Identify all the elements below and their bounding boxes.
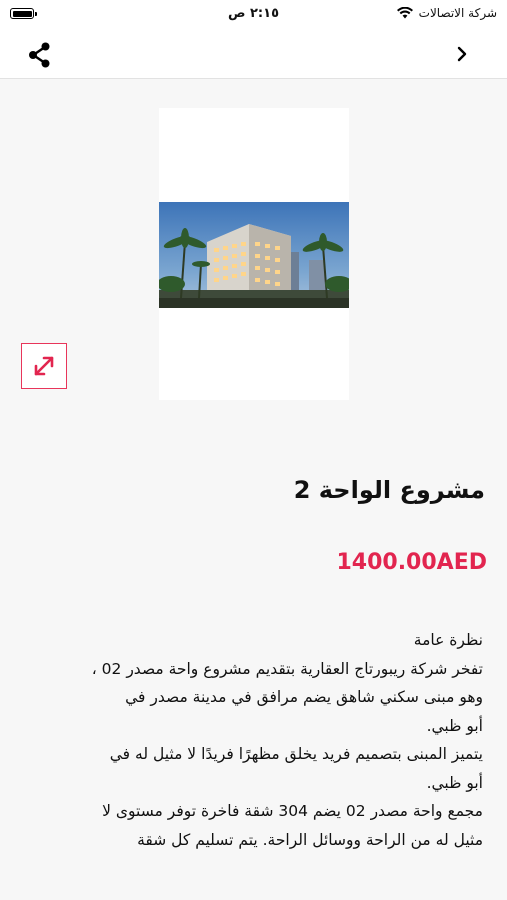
description-line: مثيل له من الراحة ووسائل الراحة. يتم تسل… bbox=[137, 830, 483, 849]
description-line: أبو ظبي. bbox=[426, 773, 483, 792]
product-description: نظرة عامة تفخر شركة ريبورتاج العقارية بت… bbox=[23, 626, 483, 854]
description-line: مجمع واحة مصدر 02 يضم 304 شقة فاخرة توفر… bbox=[102, 802, 483, 820]
wifi-icon bbox=[396, 7, 413, 19]
description-line: تفخر شركة ريبورتاج العقارية بتقديم مشروع… bbox=[91, 659, 483, 678]
status-bar: ٢:١٥ ص شركة الاتصالات bbox=[0, 0, 507, 30]
product-title: مشروع الواحة 2 bbox=[293, 476, 485, 504]
share-icon bbox=[29, 42, 50, 68]
carrier-name: شركة الاتصالات bbox=[418, 6, 497, 20]
product-price: 1400.00AED bbox=[336, 550, 487, 575]
description-heading: نظرة عامة bbox=[413, 631, 483, 649]
share-button[interactable] bbox=[26, 41, 54, 69]
product-image-card[interactable] bbox=[159, 108, 349, 400]
carrier-info: شركة الاتصالات bbox=[396, 6, 497, 20]
description-line: يتميز المبنى بتصميم فريد يخلق مظهرًا فري… bbox=[109, 745, 483, 763]
description-line: أبو ظبي. bbox=[426, 716, 483, 735]
expand-icon bbox=[34, 356, 54, 376]
product-photo bbox=[159, 202, 349, 308]
back-button[interactable] bbox=[453, 43, 473, 65]
chevron-right-icon bbox=[457, 46, 467, 62]
description-line: وهو مبنى سكني شاهق يضم مرافق في مدينة مص… bbox=[125, 688, 483, 706]
navigation-bar bbox=[0, 30, 507, 79]
expand-image-button[interactable] bbox=[21, 343, 67, 389]
